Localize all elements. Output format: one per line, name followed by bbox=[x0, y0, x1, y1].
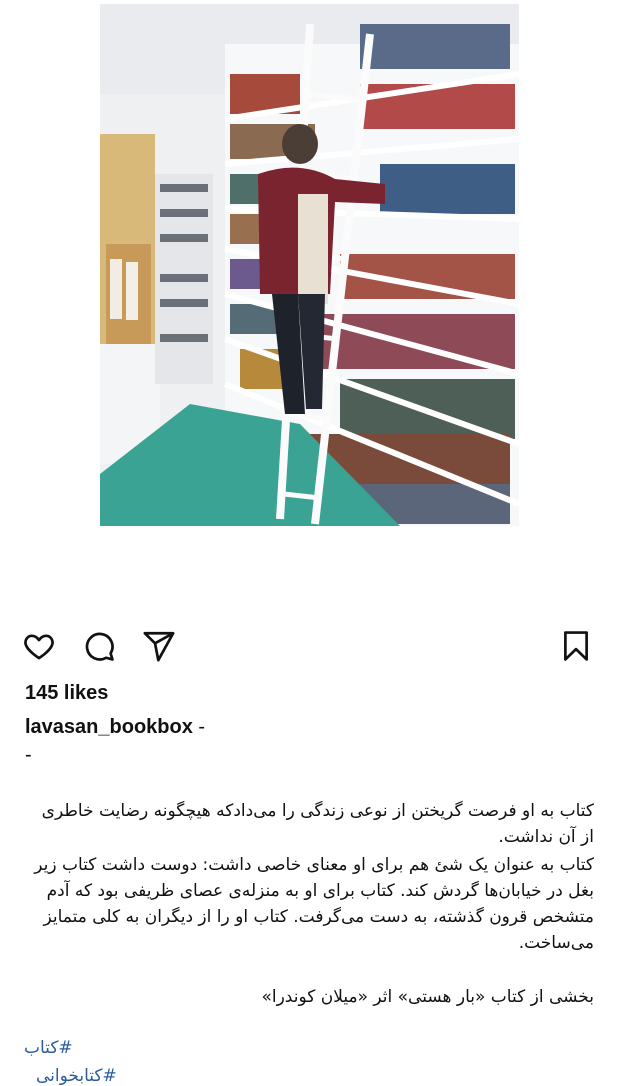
save-button[interactable] bbox=[556, 626, 596, 666]
share-button[interactable] bbox=[139, 626, 179, 666]
hashtag-link[interactable]: #کتاب bbox=[24, 1038, 73, 1058]
username-link[interactable]: lavasan_bookbox bbox=[25, 716, 193, 738]
post-actions-bar bbox=[0, 626, 619, 666]
heart-icon bbox=[24, 634, 54, 660]
comment-bubble-icon bbox=[85, 632, 114, 661]
like-button[interactable] bbox=[19, 626, 59, 666]
caption-dash: - bbox=[25, 744, 32, 766]
hashtag-link[interactable]: #کتابخوانی bbox=[36, 1066, 117, 1086]
caption-header: lavasan_bookbox - bbox=[25, 716, 205, 739]
caption-paragraph-3: بخشی از کتاب «بار هستی» اثر «میلان کوندر… bbox=[261, 987, 594, 1007]
caption-paragraph-1: کتاب به او فرصت گریختن از نوعی زندگی را … bbox=[41, 801, 594, 847]
paper-plane-icon bbox=[143, 631, 175, 662]
like-count[interactable]: 145 likes bbox=[25, 682, 108, 705]
username-suffix: - bbox=[192, 716, 206, 738]
caption-paragraph-2: کتاب به عنوان یک شئ هم برای او معنای خاص… bbox=[34, 855, 594, 953]
post-image[interactable] bbox=[100, 4, 519, 526]
bookmark-icon bbox=[564, 631, 588, 661]
comment-button[interactable] bbox=[79, 626, 119, 666]
bookstore-photo bbox=[100, 4, 519, 526]
